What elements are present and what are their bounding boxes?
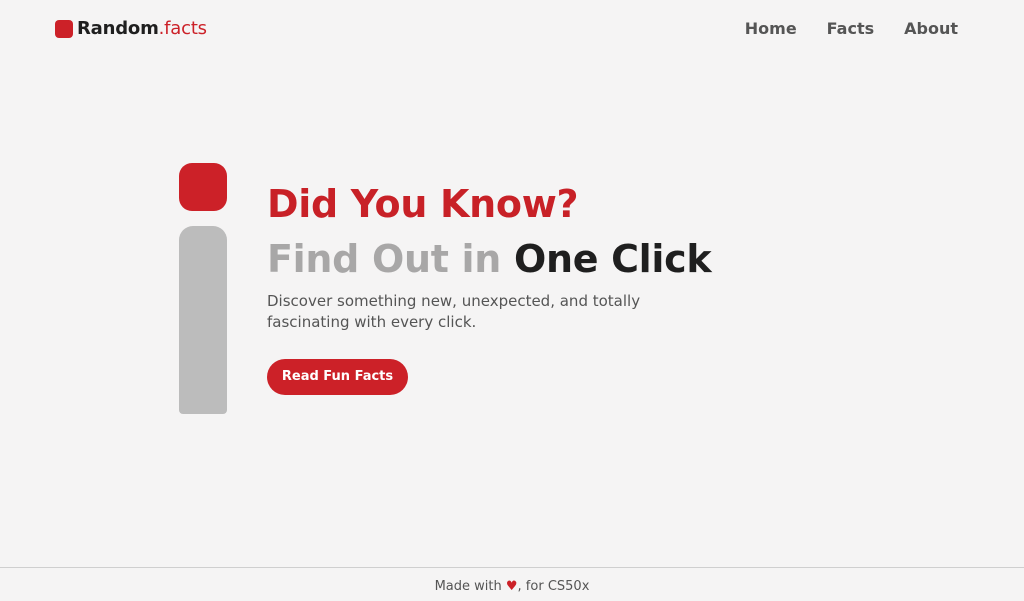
hero-subtitle-light: Find Out in bbox=[267, 237, 501, 281]
hero-section: Did You Know? Find Out in One Click Disc… bbox=[267, 178, 827, 333]
footer-divider bbox=[0, 567, 1024, 568]
main-nav: Home Facts About bbox=[745, 18, 958, 40]
info-i-dot-graphic bbox=[179, 163, 227, 211]
info-i-stem-graphic bbox=[179, 226, 227, 414]
nav-about-link[interactable]: About bbox=[904, 18, 958, 40]
hero-title: Did You Know? bbox=[267, 182, 579, 226]
hero-subtitle-dark: One Click bbox=[513, 237, 712, 281]
footer-prefix: Made with bbox=[434, 579, 502, 594]
read-fun-facts-button[interactable]: Read Fun Facts bbox=[267, 359, 408, 395]
site-logo[interactable]: Random.facts bbox=[55, 17, 207, 41]
footer: Made with ♥, for CS50x bbox=[0, 577, 1024, 597]
footer-suffix: , for CS50x bbox=[517, 579, 590, 594]
logo-bold-text: Random bbox=[77, 18, 159, 39]
logo-mark-icon bbox=[55, 20, 73, 38]
nav-facts-link[interactable]: Facts bbox=[827, 18, 874, 40]
nav-home-link[interactable]: Home bbox=[745, 18, 797, 40]
heart-icon: ♥ bbox=[505, 579, 518, 594]
logo-accent-text: .facts bbox=[158, 18, 207, 39]
hero-description: Discover something new, unexpected, and … bbox=[267, 292, 641, 331]
page: Random.facts Home Facts About Did You Kn… bbox=[0, 0, 1024, 601]
hero-subtitle: Find Out in One Click bbox=[267, 233, 827, 285]
logo-text: Random.facts bbox=[77, 17, 207, 41]
